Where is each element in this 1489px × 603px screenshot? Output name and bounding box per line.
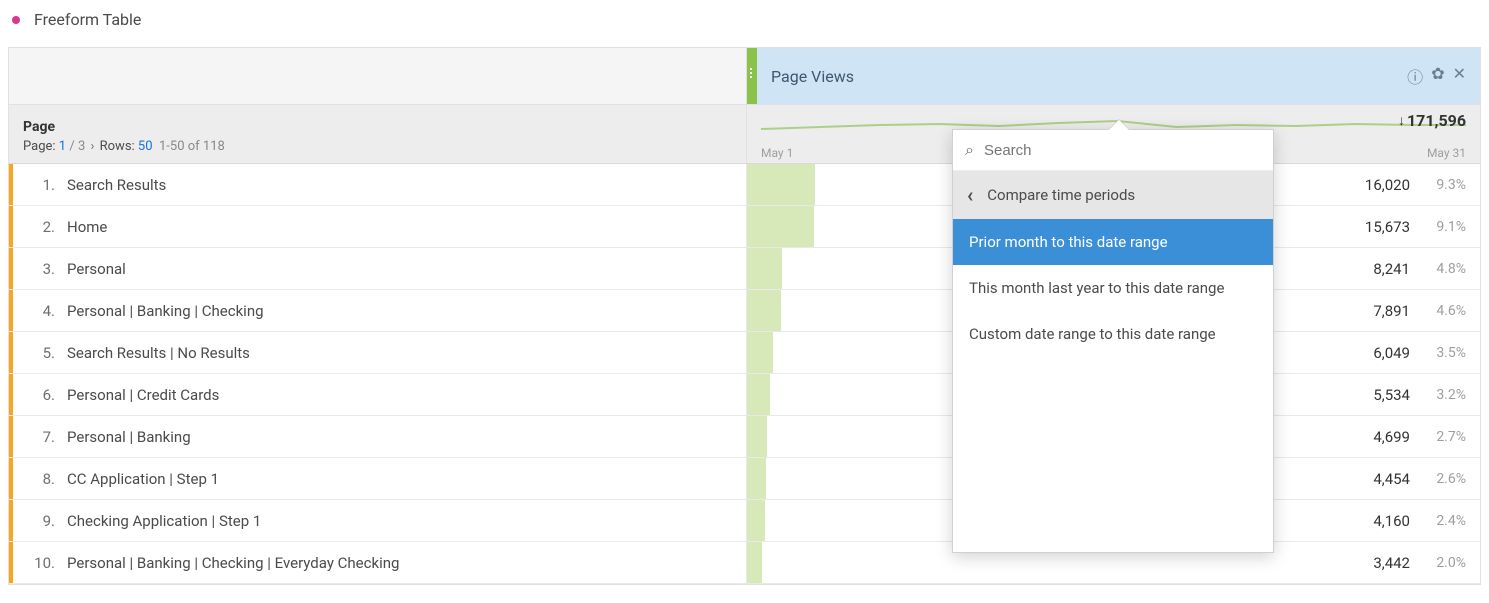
- row-percent: 3.5%: [1424, 345, 1466, 361]
- pager-page-label: Page:: [23, 139, 56, 154]
- pager-sep: /: [69, 139, 74, 154]
- row-index: 10.: [27, 554, 55, 572]
- sort-desc-icon[interactable]: ↓: [1398, 112, 1405, 129]
- row-label: Search Results | No Results: [67, 344, 250, 362]
- row-bar: [747, 206, 814, 247]
- breadcrumb-label: Compare time periods: [987, 186, 1135, 204]
- row-label-cell: 1. Search Results: [9, 164, 747, 205]
- row-label: Checking Application | Step 1: [67, 512, 261, 530]
- row-percent: 9.3%: [1424, 177, 1466, 193]
- row-label: Search Results: [67, 176, 166, 194]
- row-label-cell: 9. Checking Application | Step 1: [9, 500, 747, 541]
- pager-total: 3: [78, 139, 85, 154]
- row-label: Personal: [67, 260, 126, 278]
- popover-items: Prior month to this date rangeThis month…: [953, 219, 1273, 357]
- row-index: 5.: [27, 344, 55, 362]
- axis-end: May 31: [1427, 146, 1466, 160]
- row-label-cell: 7. Personal | Banking: [9, 416, 747, 457]
- row-index: 9.: [27, 512, 55, 530]
- info-icon[interactable]: ⓘ: [1407, 64, 1423, 88]
- row-percent: 2.6%: [1424, 471, 1466, 487]
- row-percent: 9.1%: [1424, 219, 1466, 235]
- row-bar: [747, 332, 773, 373]
- row-label-cell: 3. Personal: [9, 248, 747, 289]
- popover-search[interactable]: ⌕: [953, 130, 1273, 171]
- row-label-cell: 8. CC Application | Step 1: [9, 458, 747, 499]
- metric-total: 171,596: [1407, 111, 1466, 130]
- row-bar: [747, 164, 815, 205]
- pager: Page: 1 / 3 › Rows: 50 1-50 of 118: [23, 139, 732, 154]
- column-resize-handle[interactable]: [747, 48, 757, 104]
- rows-label: Rows:: [100, 139, 135, 154]
- row-value: 6,049: [1373, 344, 1410, 362]
- row-label-cell: 6. Personal | Credit Cards: [9, 374, 747, 415]
- search-input[interactable]: [984, 142, 1261, 159]
- row-bar: [747, 542, 762, 583]
- row-index: 1.: [27, 176, 55, 194]
- row-value: 7,891: [1373, 302, 1410, 320]
- row-label: CC Application | Step 1: [67, 470, 219, 488]
- header-left-spacer: [9, 48, 747, 104]
- row-label-cell: 10. Personal | Banking | Checking | Every…: [9, 542, 747, 583]
- row-index: 4.: [27, 302, 55, 320]
- close-icon[interactable]: ✕: [1453, 64, 1466, 88]
- popover-item[interactable]: Prior month to this date range: [953, 219, 1273, 265]
- row-bar: [747, 416, 767, 457]
- chevron-left-icon: ‹: [967, 183, 973, 207]
- row-label: Personal | Credit Cards: [67, 386, 219, 404]
- row-bar: [747, 374, 770, 415]
- pager-current[interactable]: 1: [59, 139, 66, 154]
- row-index: 3.: [27, 260, 55, 278]
- row-percent: 3.2%: [1424, 387, 1466, 403]
- row-value: 5,534: [1373, 386, 1410, 404]
- row-label: Home: [67, 218, 107, 236]
- row-bar: [747, 290, 781, 331]
- axis-start: May 1: [761, 146, 793, 160]
- row-label-cell: 2. Home: [9, 206, 747, 247]
- metric-header[interactable]: Page Views ⓘ ✿ ✕: [757, 48, 1480, 104]
- chevron-right-icon[interactable]: ›: [90, 139, 94, 154]
- panel-title: Freeform Table: [0, 0, 1489, 47]
- panel-title-text: Freeform Table: [34, 10, 141, 29]
- dimension-header[interactable]: Page Page: 1 / 3 › Rows: 50 1-50 of 118: [9, 105, 747, 163]
- row-label: Personal | Banking: [67, 428, 191, 446]
- row-index: 7.: [27, 428, 55, 446]
- row-percent: 4.8%: [1424, 261, 1466, 277]
- metric-name: Page Views: [771, 67, 854, 86]
- row-percent: 2.0%: [1424, 555, 1466, 571]
- row-bar: [747, 500, 765, 541]
- row-percent: 2.7%: [1424, 429, 1466, 445]
- row-percent: 2.4%: [1424, 513, 1466, 529]
- gear-icon[interactable]: ✿: [1431, 64, 1444, 88]
- rows-range: 1-50 of 118: [159, 139, 225, 154]
- row-index: 2.: [27, 218, 55, 236]
- row-index: 6.: [27, 386, 55, 404]
- row-value: 4,699: [1373, 428, 1410, 446]
- row-label: Personal | Banking | Checking | Everyday…: [67, 554, 399, 572]
- row-label: Personal | Banking | Checking: [67, 302, 264, 320]
- table-header-metric-row: Page Views ⓘ ✿ ✕: [9, 48, 1480, 104]
- popover-breadcrumb[interactable]: ‹ Compare time periods: [953, 171, 1273, 219]
- row-value: 15,673: [1365, 218, 1410, 236]
- rows-value[interactable]: 50: [138, 139, 153, 154]
- row-label-cell: 4. Personal | Banking | Checking: [9, 290, 747, 331]
- row-bar: [747, 248, 782, 289]
- popover-item[interactable]: Custom date range to this date range: [953, 311, 1273, 357]
- dimension-name: Page: [23, 119, 732, 135]
- row-value: 8,241: [1373, 260, 1410, 278]
- row-value: 4,160: [1373, 512, 1410, 530]
- row-label-cell: 5. Search Results | No Results: [9, 332, 747, 373]
- row-value: 16,020: [1365, 176, 1410, 194]
- row-percent: 4.6%: [1424, 303, 1466, 319]
- row-index: 8.: [27, 470, 55, 488]
- search-icon: ⌕: [965, 140, 974, 160]
- popover-item[interactable]: This month last year to this date range: [953, 265, 1273, 311]
- panel-dot-icon: [12, 16, 20, 24]
- compare-time-popover: ⌕ ‹ Compare time periods Prior month to …: [952, 129, 1274, 553]
- row-value: 4,454: [1373, 470, 1410, 488]
- row-bar: [747, 458, 766, 499]
- row-value: 3,442: [1373, 554, 1410, 572]
